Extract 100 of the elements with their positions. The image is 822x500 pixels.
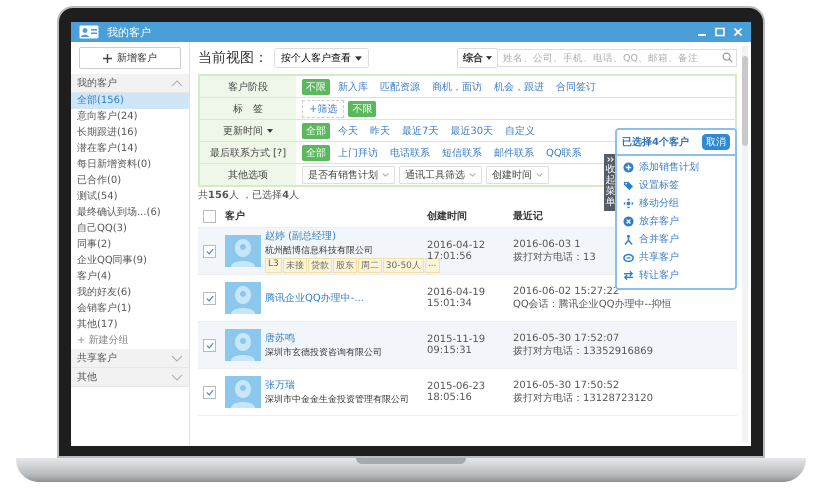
row-checkbox[interactable] — [203, 244, 216, 258]
section-header[interactable]: 其他 — [71, 368, 189, 387]
panel-action[interactable]: 移动分组 — [639, 196, 679, 210]
sidebar-item[interactable]: 全部(156) — [71, 93, 189, 109]
plus-circle-icon — [623, 162, 634, 172]
row-checkbox[interactable] — [203, 386, 216, 398]
filter-option[interactable]: 昨天 — [366, 122, 394, 138]
customer-tag: ... — [424, 258, 440, 273]
tag-icon — [623, 180, 634, 190]
column-header: 客户 — [225, 209, 246, 223]
filter-option[interactable]: QQ联系 — [542, 144, 586, 160]
filter-select[interactable]: 通讯工具筛选 — [399, 166, 482, 184]
customer-name[interactable]: 腾讯企业QQ办理中-... — [265, 291, 364, 305]
customer-row[interactable]: 张万瑞 深圳市中金金生金投资管理有限公司 2015-06-23 18:05:16 2016-05-30 17:50:52 拨打对方电话：13128723120 — [198, 369, 737, 416]
created-date: 2015-11-19 — [427, 334, 486, 345]
row-checkbox[interactable] — [203, 338, 216, 352]
avatar-placeholder — [225, 282, 261, 314]
company-name: 深圳市玄德投资咨询有限公司 — [265, 346, 382, 359]
filter-option[interactable]: 今天 — [334, 122, 362, 138]
filter-select[interactable]: 创建时间 — [486, 166, 549, 184]
panel-action[interactable]: 放弃客户 — [639, 214, 679, 228]
created-date: 2016-04-12 — [427, 240, 486, 251]
filter-option[interactable]: 全部 — [302, 144, 330, 160]
filter-select[interactable]: 是否有销售计划 — [302, 166, 395, 184]
column-header: 最近记 — [512, 210, 543, 223]
customer-name[interactable]: 张万瑞 — [265, 378, 409, 392]
new-group-link[interactable]: + 新建分组 — [71, 333, 189, 349]
panel-action[interactable]: 共享客户 — [639, 250, 679, 264]
filter-option[interactable]: 机会，跟进 — [490, 78, 548, 94]
avatar-placeholder — [225, 235, 261, 267]
filter-label: 其他选项 — [200, 164, 296, 185]
filter-option[interactable]: 邮件联系 — [490, 144, 538, 160]
check-icon — [206, 294, 214, 302]
cancel-button[interactable]: 取消 — [702, 134, 730, 150]
sidebar-item[interactable]: 最终确认到场...(6) — [71, 205, 189, 221]
customer-tag: 未接 — [282, 258, 307, 273]
sidebar-item[interactable]: 已合作(0) — [71, 173, 189, 189]
sidebar-item[interactable]: 每日新增资料(0) — [71, 157, 189, 173]
sidebar-item[interactable]: 自己QQ(3) — [71, 221, 189, 237]
sidebar-item[interactable]: 会销客户(1) — [71, 301, 189, 317]
select-all-checkbox[interactable] — [203, 210, 216, 222]
sidebar-item[interactable]: 意向客户(24) — [71, 109, 189, 125]
chevron-icon — [171, 80, 183, 86]
filter-option[interactable]: 匹配资源 — [376, 78, 424, 94]
sidebar-item[interactable]: 测试(54) — [71, 189, 189, 205]
panel-action[interactable]: 合并客户 — [639, 232, 679, 246]
selection-summary: 共156人 ，已选择4人 — [198, 188, 300, 203]
search-icon[interactable] — [722, 52, 733, 63]
filter-option[interactable]: 全部 — [302, 122, 330, 138]
close-icon[interactable] — [733, 27, 743, 37]
maximize-icon[interactable] — [715, 27, 725, 37]
chevron-icon — [171, 374, 183, 380]
section-header[interactable]: 我的客户 — [71, 74, 189, 93]
sidebar-item[interactable]: 长期跟进(16) — [71, 125, 189, 141]
sidebar-item[interactable]: 同事(2) — [71, 237, 189, 253]
filter-option[interactable]: 自定义 — [501, 122, 540, 138]
customer-row[interactable]: 唐苏鸣 深圳市玄德投资咨询有限公司 2015-11-19 09:15:31 2016-05-30 17:52:07 拨打对方电话：13352916869 — [198, 322, 737, 369]
share-icon — [623, 252, 634, 262]
scrollbar[interactable] — [742, 46, 748, 442]
section-header[interactable]: 共享客户 — [71, 349, 189, 368]
customer-name[interactable]: 赵婷 (副总经理) — [265, 229, 427, 243]
filter-option[interactable]: 上门拜访 — [334, 144, 382, 160]
filter-option[interactable]: 合同签订 — [552, 78, 600, 94]
search-field[interactable]: 姓名、公司、手机、电话、QQ、邮箱、备注 — [497, 49, 737, 67]
filter-label: 标 签 — [200, 98, 296, 119]
sidebar-item[interactable]: 潜在客户(14) — [71, 141, 189, 157]
filter-option[interactable]: 新入库 — [334, 78, 372, 94]
filter-option[interactable]: 最近7天 — [398, 122, 442, 138]
created-date: 2015-06-23 — [427, 381, 486, 392]
filter-option[interactable]: 短信联系 — [438, 144, 486, 160]
column-header: 创建时间 — [427, 210, 468, 223]
filter-option[interactable]: 不限 — [348, 100, 376, 116]
record-text: 拨打对方电话：13128723120 — [513, 392, 653, 404]
sidebar-item[interactable]: 我的好友(6) — [71, 285, 189, 301]
filter-option[interactable]: 不限 — [302, 78, 330, 94]
view-dropdown[interactable]: 按个人客户查看 — [274, 48, 369, 68]
filter-label: 客户阶段 — [200, 76, 296, 97]
record-text: 拨打对方电话：13352916869 — [513, 344, 653, 358]
sidebar-item[interactable]: 其他(17) — [71, 317, 189, 333]
row-checkbox[interactable] — [203, 292, 216, 304]
swap-icon — [623, 270, 634, 280]
record-text: 拨打对方电话：13 — [513, 250, 596, 264]
add-filter-button[interactable]: +筛选 — [302, 100, 344, 118]
view-label: 当前视图： — [198, 49, 268, 67]
chevron-icon — [171, 354, 183, 362]
filter-option[interactable]: 最近30天 — [446, 122, 498, 138]
window-title: 我的客户 — [107, 24, 151, 40]
panel-action[interactable]: 设置标签 — [639, 178, 679, 192]
filter-option[interactable]: 电话联系 — [386, 144, 434, 160]
customer-name[interactable]: 唐苏鸣 — [265, 331, 382, 345]
merge-icon — [623, 234, 634, 244]
customer-tag: L3 — [265, 258, 282, 273]
record-time: 2016-05-30 17:52:07 — [513, 332, 620, 344]
new-customer-button[interactable]: 新增客户 — [79, 47, 181, 69]
filter-option[interactable]: 商机，面访 — [428, 78, 486, 94]
sidebar-item[interactable]: 企业QQ同事(9) — [71, 253, 189, 269]
contact-card-icon — [79, 25, 99, 39]
sidebar-item[interactable]: 客户(4) — [71, 269, 189, 285]
panel-action[interactable]: 添加销售计划 — [639, 160, 699, 174]
filter-label: 最后联系方式 [?] — [200, 142, 296, 163]
